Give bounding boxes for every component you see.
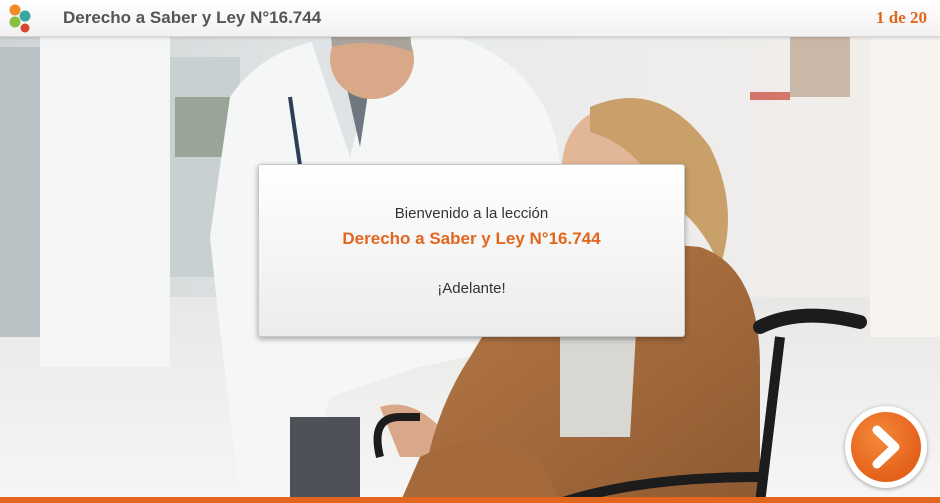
dialog-lesson-title: Derecho a Saber y Ley N°16.744 <box>342 229 601 248</box>
welcome-text: Bienvenido a la lección <box>394 205 549 222</box>
next-button[interactable] <box>845 406 927 488</box>
bottom-accent-bar <box>0 497 940 503</box>
chevron-right-icon[interactable] <box>851 412 921 482</box>
top-bar: Derecho a Saber y Ley N°16.744 1 de 20 <box>0 0 940 37</box>
welcome-dialog: Bienvenido a la lección Derecho a Saber … <box>258 164 685 337</box>
four-dot-logo-icon <box>9 4 31 33</box>
page-counter: 1 de 20 <box>876 8 927 27</box>
lesson-title: Derecho a Saber y Ley N°16.744 <box>63 8 322 27</box>
go-text: ¡Adelante! <box>437 280 506 297</box>
